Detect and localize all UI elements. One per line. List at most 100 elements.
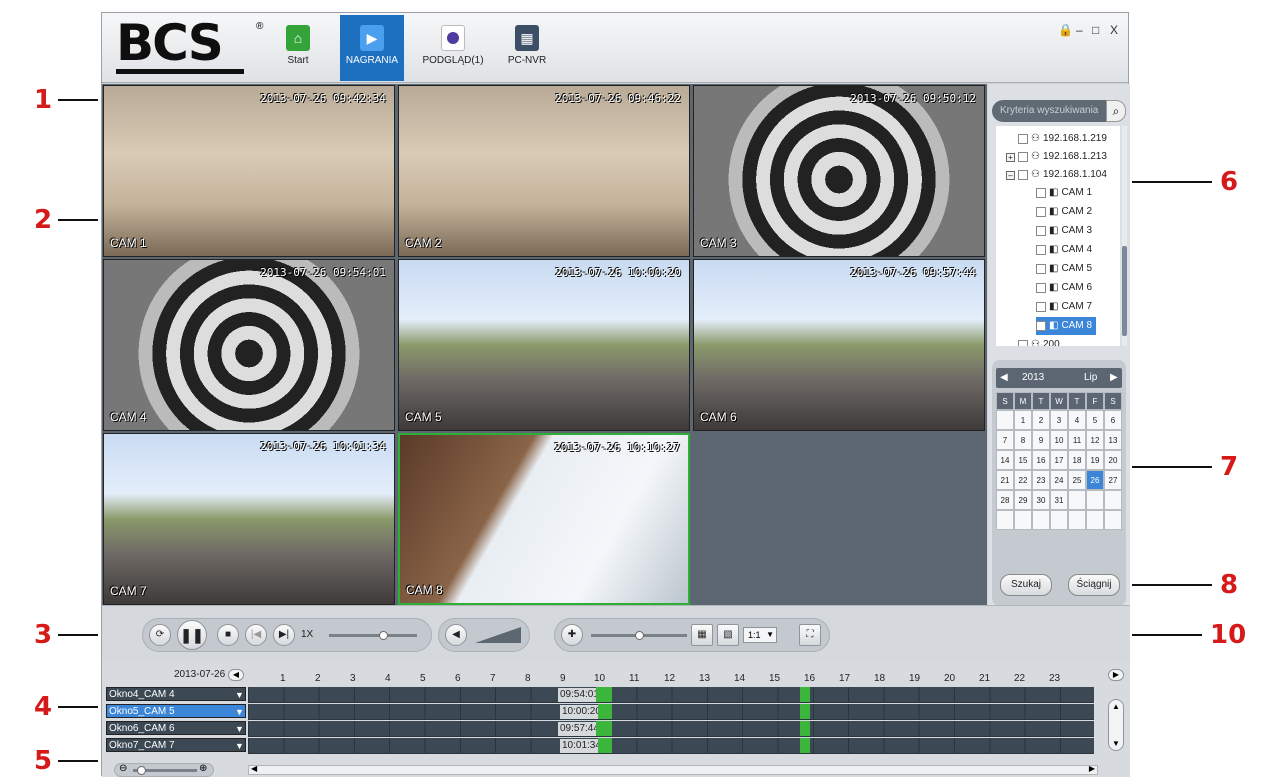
video-cell-3[interactable]: 2013-07-26 09:50:12 CAM 3 xyxy=(693,85,985,257)
tree-item-camera[interactable]: ◧ CAM 6 xyxy=(1036,279,1092,297)
mute-icon[interactable]: ◀ xyxy=(445,624,467,646)
search-icon[interactable]: ⌕ xyxy=(1106,100,1126,122)
video-cell-2[interactable]: 2013-07-26 09:46:22 CAM 2 xyxy=(398,85,690,257)
calendar-day[interactable] xyxy=(1068,490,1086,510)
calendar-day[interactable]: 6 xyxy=(1104,410,1122,430)
video-cell-5[interactable]: 2013-07-26 10:00:20 CAM 5 xyxy=(398,259,690,431)
checkbox[interactable] xyxy=(1036,226,1046,236)
search-button[interactable]: Szukaj xyxy=(1000,574,1052,596)
checkbox[interactable] xyxy=(1036,302,1046,312)
video-cell-1[interactable]: 2013-07-26 09:42:34 CAM 1 xyxy=(103,85,395,257)
calendar-day[interactable]: 30 xyxy=(1032,490,1050,510)
tree-item-device[interactable]: – ⚇ 192.168.1.104 xyxy=(1006,166,1107,184)
calendar-day[interactable]: 4 xyxy=(1068,410,1086,430)
scroll-right-icon[interactable]: ▶ xyxy=(1089,764,1095,773)
calendar-day[interactable] xyxy=(1104,510,1122,530)
split-slider-knob[interactable] xyxy=(635,631,644,640)
scroll-down-icon[interactable]: ▼ xyxy=(1112,739,1120,748)
checkbox[interactable] xyxy=(1018,134,1028,144)
calendar-day[interactable]: 2 xyxy=(1032,410,1050,430)
checkbox[interactable] xyxy=(1036,245,1046,255)
channel-select[interactable]: Okno6_CAM 6 ▼ xyxy=(106,721,246,735)
video-cell-4[interactable]: 2013-07-26 09:54:01 CAM 4 xyxy=(103,259,395,431)
tree-item-camera[interactable]: ◧ CAM 7 xyxy=(1036,298,1092,316)
calendar-day[interactable] xyxy=(1014,510,1032,530)
tab-nagrania[interactable]: ▶ NAGRANIA xyxy=(340,15,404,81)
calendar-day[interactable] xyxy=(1086,490,1104,510)
tree-scrollbar[interactable] xyxy=(1122,126,1127,346)
next-month-icon[interactable]: ▶ xyxy=(1110,372,1118,383)
speed-slider[interactable] xyxy=(329,634,417,637)
checkbox[interactable] xyxy=(1036,321,1046,331)
checkbox[interactable] xyxy=(1018,152,1028,162)
pause-icon[interactable]: ❚❚ xyxy=(177,620,207,650)
tree-item-camera[interactable]: ◧ CAM 2 xyxy=(1036,203,1092,221)
timeline-track[interactable] xyxy=(248,721,1094,737)
calendar-day[interactable] xyxy=(996,510,1014,530)
recording-segment[interactable] xyxy=(800,721,810,736)
calendar-day[interactable]: 13 xyxy=(1104,430,1122,450)
close-button[interactable]: X xyxy=(1110,23,1118,37)
recording-segment[interactable] xyxy=(800,704,810,719)
checkbox[interactable] xyxy=(1018,170,1028,180)
recording-segment[interactable] xyxy=(596,687,612,702)
tab-start[interactable]: ⌂ Start xyxy=(276,15,320,81)
calendar-day[interactable]: 21 xyxy=(996,470,1014,490)
tree-item-camera[interactable]: ◧ CAM 8 xyxy=(1036,317,1097,335)
checkbox[interactable] xyxy=(1036,207,1046,217)
step-back-icon[interactable]: |◀ xyxy=(245,624,267,646)
checkbox[interactable] xyxy=(1036,264,1046,274)
tree-item-camera[interactable]: ◧ CAM 1 xyxy=(1036,184,1092,202)
calendar-day[interactable]: 15 xyxy=(1014,450,1032,470)
calendar-day[interactable]: 22 xyxy=(1014,470,1032,490)
video-cell-7[interactable]: 2013-07-26 10:01:34 CAM 7 xyxy=(103,433,395,605)
calendar-day[interactable] xyxy=(1032,510,1050,530)
recording-segment[interactable] xyxy=(596,721,612,736)
scroll-left-icon[interactable]: ◀ xyxy=(251,764,257,773)
recording-segment[interactable] xyxy=(598,738,612,753)
checkbox[interactable] xyxy=(1036,188,1046,198)
expand-icon[interactable]: + xyxy=(1006,152,1015,162)
download-button[interactable]: Ściągnij xyxy=(1068,574,1120,596)
tree-item-device[interactable]: ⚇ 192.168.1.219 xyxy=(1018,130,1107,148)
calendar-day[interactable]: 10 xyxy=(1050,430,1068,450)
calendar-day[interactable]: 23 xyxy=(1032,470,1050,490)
calendar-day[interactable]: 14 xyxy=(996,450,1014,470)
calendar-day[interactable]: 19 xyxy=(1086,450,1104,470)
timeline-track[interactable] xyxy=(248,738,1094,754)
calendar-day[interactable]: 7 xyxy=(996,430,1014,450)
calendar-day[interactable]: 9 xyxy=(1032,430,1050,450)
volume-slider[interactable] xyxy=(475,627,521,643)
calendar-day[interactable]: 1 xyxy=(1014,410,1032,430)
calendar-day[interactable]: 24 xyxy=(1050,470,1068,490)
prev-month-icon[interactable]: ◀ xyxy=(1000,372,1008,383)
stop-icon[interactable]: ■ xyxy=(217,624,239,646)
tree-item-camera[interactable]: ◧ CAM 3 xyxy=(1036,222,1092,240)
video-cell-6[interactable]: 2013-07-26 09:57:44 CAM 6 xyxy=(693,259,985,431)
timeline-track[interactable] xyxy=(248,704,1094,720)
recording-segment[interactable] xyxy=(800,738,810,753)
tab-podglad[interactable]: PODGLĄD(1) xyxy=(420,15,486,81)
calendar-day[interactable] xyxy=(1104,490,1122,510)
tree-item-device[interactable]: ⚇ 200 xyxy=(1018,336,1060,346)
step-forward-icon[interactable]: ▶| xyxy=(273,624,295,646)
calendar-day[interactable]: 18 xyxy=(1068,450,1086,470)
sync-play-icon[interactable]: ⟳ xyxy=(149,624,171,646)
calendar-day[interactable]: 28 xyxy=(996,490,1014,510)
calendar-day[interactable]: 11 xyxy=(1068,430,1086,450)
calendar-day[interactable]: 17 xyxy=(1050,450,1068,470)
calendar-day[interactable]: 8 xyxy=(1014,430,1032,450)
calendar-day[interactable]: 5 xyxy=(1086,410,1104,430)
search-input[interactable]: Kryteria wyszukiwania xyxy=(992,100,1110,122)
zoom-in-icon[interactable]: ⊕ xyxy=(199,763,207,774)
calendar-day[interactable]: 20 xyxy=(1104,450,1122,470)
channel-select[interactable]: Okno5_CAM 5 ▼ xyxy=(106,704,246,718)
calendar-day[interactable]: 3 xyxy=(1050,410,1068,430)
scroll-up-icon[interactable]: ▲ xyxy=(1112,702,1120,711)
calendar-day[interactable] xyxy=(996,410,1014,430)
calendar-day[interactable]: 29 xyxy=(1014,490,1032,510)
timeline-track[interactable] xyxy=(248,687,1094,703)
calendar-day[interactable] xyxy=(1050,510,1068,530)
lock-icon[interactable]: 🔒 xyxy=(1058,23,1073,37)
zoom-out-icon[interactable]: ⊖ xyxy=(119,763,127,774)
